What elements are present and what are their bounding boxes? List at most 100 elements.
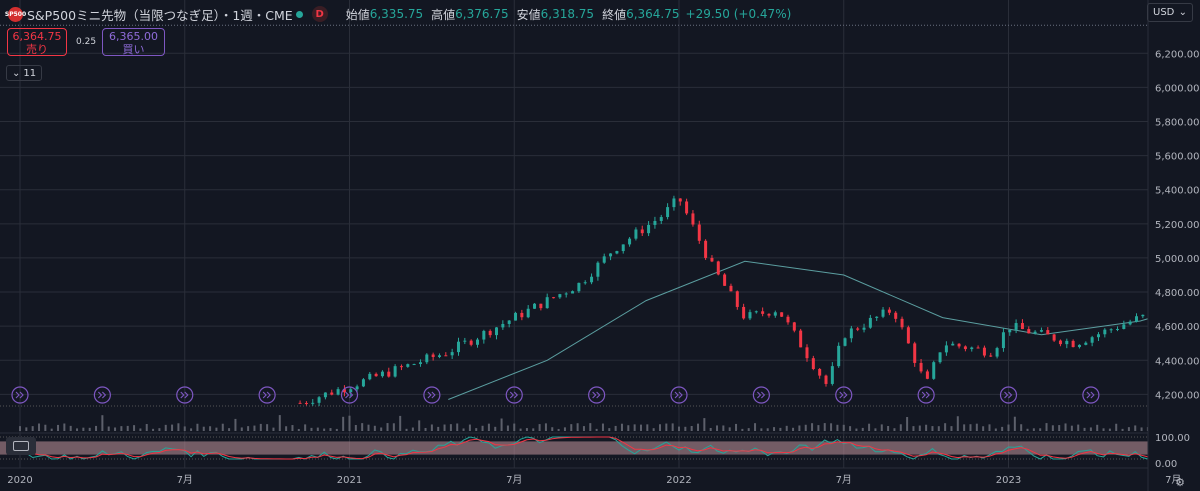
candlestick-series [298, 195, 1200, 407]
symbol-logo-icon: SP500 [5, 6, 26, 22]
candle-body [767, 313, 771, 316]
volume-bar [747, 428, 750, 431]
volume-bar [278, 415, 281, 431]
volume-bar [728, 427, 731, 431]
candle-body [361, 379, 365, 387]
volume-bar [525, 428, 528, 431]
symbol-title[interactable]: S&P500ミニ先物（当限つなぎ足）・1週・CME [27, 5, 293, 24]
event-arrow-glyph [756, 391, 766, 399]
currency-selector[interactable]: USD ⌄ [1147, 3, 1193, 22]
volume-bar [646, 424, 649, 431]
candle-body [1128, 321, 1132, 325]
time-tick-label: 7月 [506, 474, 522, 486]
candle-body [951, 343, 955, 346]
volume-bar [608, 428, 611, 431]
candle-body [609, 253, 613, 257]
axes: 6,200.00 6,000.00 5,800.00 5,600.00 5,400.00… [0, 0, 1200, 491]
volume-bar [1020, 424, 1023, 431]
volume-bar [361, 423, 364, 431]
volume-bar [1140, 427, 1143, 431]
candle-body [336, 389, 340, 395]
candle-body [887, 309, 891, 313]
volume-bar [538, 424, 541, 431]
volume-bar [506, 425, 509, 431]
legend-collapse-button[interactable]: ⌄ 11 [6, 65, 42, 81]
candle-body [545, 297, 549, 309]
volume-bar [44, 424, 47, 431]
volume-bar [57, 424, 60, 431]
volume-bar [1064, 423, 1067, 431]
candle-body [304, 402, 308, 404]
volume-bar [855, 428, 858, 431]
volume-bar [25, 427, 28, 431]
price-tick-label: 5,200.00 [1155, 220, 1200, 231]
volume-bar [291, 425, 294, 431]
volume-bar [323, 428, 326, 431]
volume-bar [367, 424, 370, 431]
volume-bar [183, 426, 186, 431]
volume-bar [259, 423, 262, 431]
candle-body [406, 364, 410, 367]
volume-bar [240, 427, 243, 431]
candle-body [577, 282, 581, 292]
volume-bar [1096, 424, 1099, 431]
osc-tick-label: 100.00 [1155, 433, 1190, 444]
candle-body [742, 306, 746, 319]
volume-bar [735, 423, 738, 431]
time-tick-label: 2021 [337, 475, 362, 486]
volume-bar [50, 428, 53, 431]
volume-bar [114, 427, 117, 431]
volume-bar [899, 424, 902, 431]
price-tick-label: 4,400.00 [1155, 356, 1200, 367]
candle-body [590, 276, 594, 283]
candle-body [330, 392, 334, 395]
volume-bar [373, 425, 376, 431]
volume-bar [956, 416, 959, 431]
volume-bar [158, 428, 161, 431]
candle-body [596, 262, 600, 277]
volume-bar [804, 424, 807, 431]
candle-body [1014, 323, 1018, 330]
volume-bar [38, 423, 41, 431]
candle-body [1109, 329, 1113, 331]
volume-bar [798, 425, 801, 431]
candle-body [1115, 328, 1119, 330]
volume-bar [145, 424, 148, 431]
candle-body [729, 285, 733, 292]
candle-body [799, 330, 803, 348]
volume-bar [766, 428, 769, 431]
candle-body [938, 352, 942, 363]
candle-body [653, 220, 657, 225]
indicator-toggle-button[interactable] [6, 437, 36, 455]
candle-body [786, 316, 790, 323]
open-label: 始値 [345, 7, 370, 22]
event-arrow-glyph [1086, 391, 1095, 399]
volume-bar [773, 427, 776, 431]
event-arrow-icon [258, 386, 276, 404]
volume-bar [63, 423, 66, 431]
settings-icon[interactable]: ⚙ [1172, 474, 1188, 490]
candle-body [602, 256, 606, 263]
volume-bar [868, 423, 871, 431]
volume-bar [671, 423, 674, 431]
candle-body [456, 341, 460, 353]
price-tick-label: 6,000.00 [1155, 83, 1200, 94]
volume-bar [190, 428, 193, 431]
price-tick-label: 5,000.00 [1155, 254, 1200, 265]
candle-body [976, 347, 980, 349]
osc-tick-label: 0.00 [1155, 459, 1177, 470]
volume-bar [354, 424, 357, 431]
delayed-data-badge[interactable]: D [311, 6, 328, 22]
volume-bar [152, 428, 155, 431]
chevron-down-icon: ⌄ [11, 67, 21, 79]
price-chart[interactable]: 6,200.00 6,000.00 5,800.00 5,600.00 5,400.00… [0, 0, 1200, 491]
candle-body [906, 327, 910, 344]
sell-button[interactable]: 6,364.75 売り [7, 28, 67, 56]
buy-button[interactable]: 6,365.00 買い [102, 28, 165, 56]
collapse-count: 11 [23, 67, 37, 79]
ma-line [448, 260, 1200, 400]
event-arrow-glyph [592, 391, 601, 399]
volume-bar [887, 426, 890, 431]
candle-body [1141, 314, 1145, 317]
candle-body [1039, 330, 1043, 332]
